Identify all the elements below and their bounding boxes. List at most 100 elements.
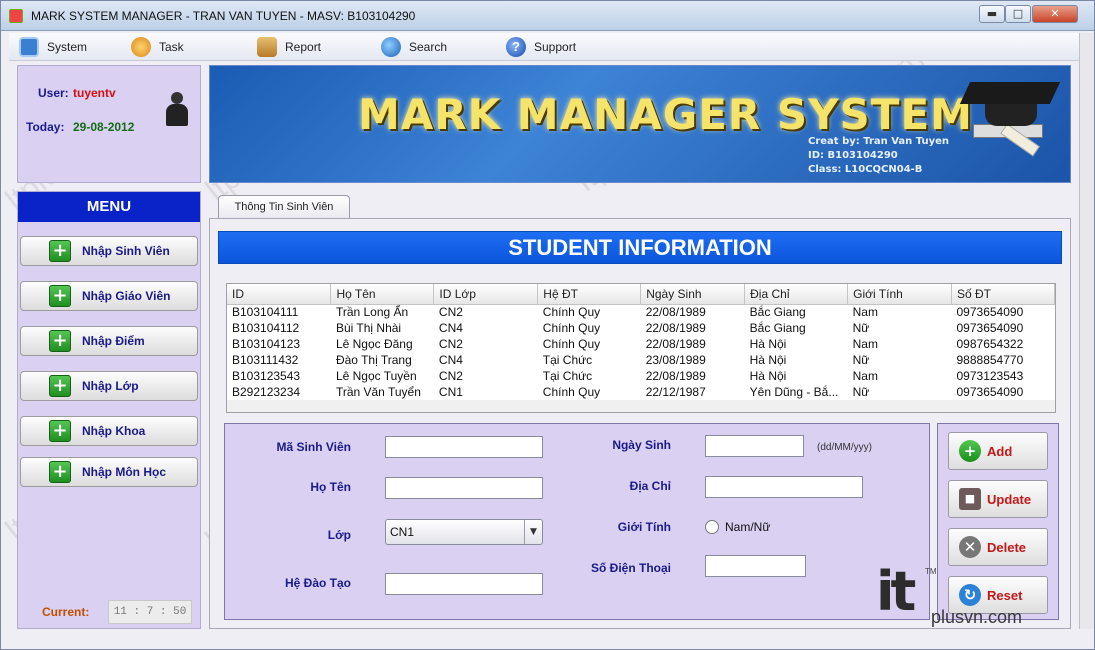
ma-sinh-vien-input[interactable]: [385, 436, 543, 458]
column-header-so-dt[interactable]: Số ĐT: [951, 284, 1055, 305]
column-header-ho-ten[interactable]: Họ Tên: [330, 284, 435, 305]
table-cell: 0973654090: [956, 305, 1024, 320]
add-button[interactable]: + Add: [948, 432, 1048, 470]
maximize-button[interactable]: □: [1005, 5, 1031, 23]
menu-item-label: Nhập Lớp: [82, 379, 139, 393]
minimize-button[interactable]: ▬: [979, 5, 1005, 23]
ngay-sinh-input[interactable]: [705, 435, 804, 457]
lop-select[interactable]: CN1 ▼: [385, 519, 543, 545]
table-row[interactable]: B292123234 Trần Văn Tuyển CN1 Chính Quy 22/1…: [227, 384, 1055, 400]
menu-nhap-sinh-vien-button[interactable]: + Nhập Sinh Viên: [20, 236, 198, 266]
menu-task-label: Task: [159, 40, 184, 54]
tab-content: STUDENT INFORMATION ID Họ Tên ID Lớp Hệ …: [209, 218, 1071, 629]
user-label: User:: [38, 86, 69, 100]
table-cell: Nam: [852, 369, 878, 383]
column-header-id-lop[interactable]: ID Lớp: [433, 284, 539, 305]
table-cell: B103104112: [232, 321, 300, 335]
menu-item-label: Nhập Môn Học: [82, 465, 166, 479]
current-time-label: Current:: [42, 605, 90, 619]
column-header-dia-chi[interactable]: Địa Chỉ: [744, 284, 849, 305]
add-icon: +: [959, 440, 981, 462]
menu-support[interactable]: ? Support: [506, 36, 576, 58]
table-cell: Tại Chức: [542, 353, 593, 367]
table-cell: Chính Quy: [542, 305, 601, 320]
gender-radio-label[interactable]: Nam/Nữ: [725, 520, 770, 534]
menu-nhap-khoa-button[interactable]: + Nhập Khoa: [20, 416, 198, 446]
refresh-icon: ↻: [959, 584, 981, 606]
scrollbar[interactable]: [1079, 33, 1094, 629]
app-icon: [9, 9, 23, 23]
gender-radio[interactable]: [705, 520, 719, 534]
ma-sinh-vien-label: Mã Sinh Viên: [276, 440, 351, 454]
banner-id: ID: B103104290: [808, 150, 898, 161]
table-row[interactable]: B103104111 Trần Long Ẩn CN2 Chính Quy 22/08/…: [227, 304, 1055, 320]
table-cell: B292123234: [232, 385, 301, 399]
menu-report[interactable]: Report: [257, 36, 321, 58]
column-header-gioi-tinh[interactable]: Giới Tính: [847, 284, 952, 305]
table-row[interactable]: B103104123 Lê Ngọc Đăng CN2 Chính Quy 22/08/…: [227, 336, 1055, 352]
ho-ten-input[interactable]: [385, 477, 543, 499]
menu-nhap-mon-hoc-button[interactable]: + Nhập Môn Học: [20, 457, 198, 487]
menu-nhap-lop-button[interactable]: + Nhập Lớp: [20, 371, 198, 401]
delete-icon: ✕: [959, 536, 981, 558]
menu-task[interactable]: Task: [131, 36, 184, 58]
banner-title: MARK MANAGER SYSTEM: [358, 90, 973, 139]
table-cell: CN2: [438, 305, 463, 320]
user-panel: User: tuyentv Today: 29-08-2012: [17, 65, 201, 183]
menu-system-label: System: [47, 40, 88, 54]
menu-search-label: Search: [409, 40, 448, 54]
search-icon: [381, 37, 401, 57]
menu-nhap-giao-vien-button[interactable]: + Nhập Giáo Viên: [20, 281, 198, 311]
ho-ten-label: Họ Tên: [310, 480, 351, 494]
he-dao-tao-input[interactable]: [385, 573, 543, 595]
menu-item-label: Nhập Điểm: [82, 334, 145, 348]
menu-report-label: Report: [285, 40, 322, 54]
banner: MARK MANAGER SYSTEM Creat by: Tran Van T…: [209, 65, 1071, 183]
so-dien-thoai-input[interactable]: [705, 555, 806, 577]
menu-item-label: Nhập Khoa: [82, 424, 146, 438]
table-cell: CN4: [438, 321, 463, 335]
column-header-id[interactable]: ID: [227, 284, 332, 305]
table-cell: B103104123: [232, 337, 301, 351]
table-cell: 0973123543: [956, 369, 1024, 383]
update-button[interactable]: ■ Update: [948, 480, 1048, 518]
table-cell: Nữ: [852, 385, 870, 399]
table-cell: 0987654322: [956, 337, 1024, 351]
help-icon: ?: [506, 37, 526, 57]
column-header-he-dt[interactable]: Hệ ĐT: [537, 284, 642, 305]
column-header-ngay-sinh[interactable]: Ngày Sinh: [640, 284, 746, 305]
delete-button[interactable]: ✕ Delete: [948, 528, 1048, 566]
table-cell: Hà Nội: [749, 369, 787, 383]
menu-item-label: Nhập Sinh Viên: [82, 244, 170, 258]
table-cell: Hà Nội: [749, 353, 787, 367]
menu-system[interactable]: System: [19, 36, 87, 58]
title-bar[interactable]: MARK SYSTEM MANAGER - TRAN VAN TUYEN - M…: [1, 1, 1094, 31]
tab-thong-tin-sinh-vien[interactable]: Thông Tin Sinh Viên: [218, 195, 350, 219]
menu-bar: System Task Report Search ? Support: [9, 33, 1079, 61]
dia-chi-input[interactable]: [705, 476, 863, 498]
table-cell: Nữ: [852, 321, 870, 335]
plus-icon: +: [49, 420, 71, 442]
menu-nhap-diem-button[interactable]: + Nhập Điểm: [20, 326, 198, 356]
table-cell: Chính Quy: [542, 337, 601, 351]
chevron-down-icon[interactable]: ▼: [524, 520, 542, 544]
update-button-label: Update: [987, 491, 1032, 507]
table-cell: Nam: [852, 305, 878, 320]
table-cell: CN4: [438, 353, 463, 367]
table-cell: Bắc Giang: [749, 305, 806, 320]
table-cell: B103104111: [232, 305, 299, 320]
table-row[interactable]: B103123543 Lê Ngọc Tuyền CN2 Tại Chức 22/08/…: [227, 368, 1055, 384]
table-cell: 9888854770: [956, 353, 1024, 367]
table-cell: B103111432: [232, 353, 299, 367]
table-row[interactable]: B103111432 Đào Thị Trang CN4 Tại Chức 23/08/…: [227, 352, 1055, 368]
table-row[interactable]: B103104112 Bùi Thị Nhài CN4 Chính Quy 22/08/…: [227, 320, 1055, 336]
student-table: ID Họ Tên ID Lớp Hệ ĐT Ngày Sinh Địa Chỉ…: [226, 283, 1056, 413]
current-time-value: 11 : 7 : 50: [108, 600, 192, 624]
table-cell: 22/12/1987: [645, 385, 706, 399]
table-cell: Bùi Thị Nhài: [335, 321, 402, 335]
menu-search[interactable]: Search: [381, 36, 447, 58]
table-cell: B103123543: [232, 369, 301, 383]
close-button[interactable]: ✕: [1032, 5, 1078, 23]
table-cell: Lê Ngọc Đăng: [335, 337, 413, 351]
table-header-row: ID Họ Tên ID Lớp Hệ ĐT Ngày Sinh Địa Chỉ…: [227, 284, 1055, 305]
